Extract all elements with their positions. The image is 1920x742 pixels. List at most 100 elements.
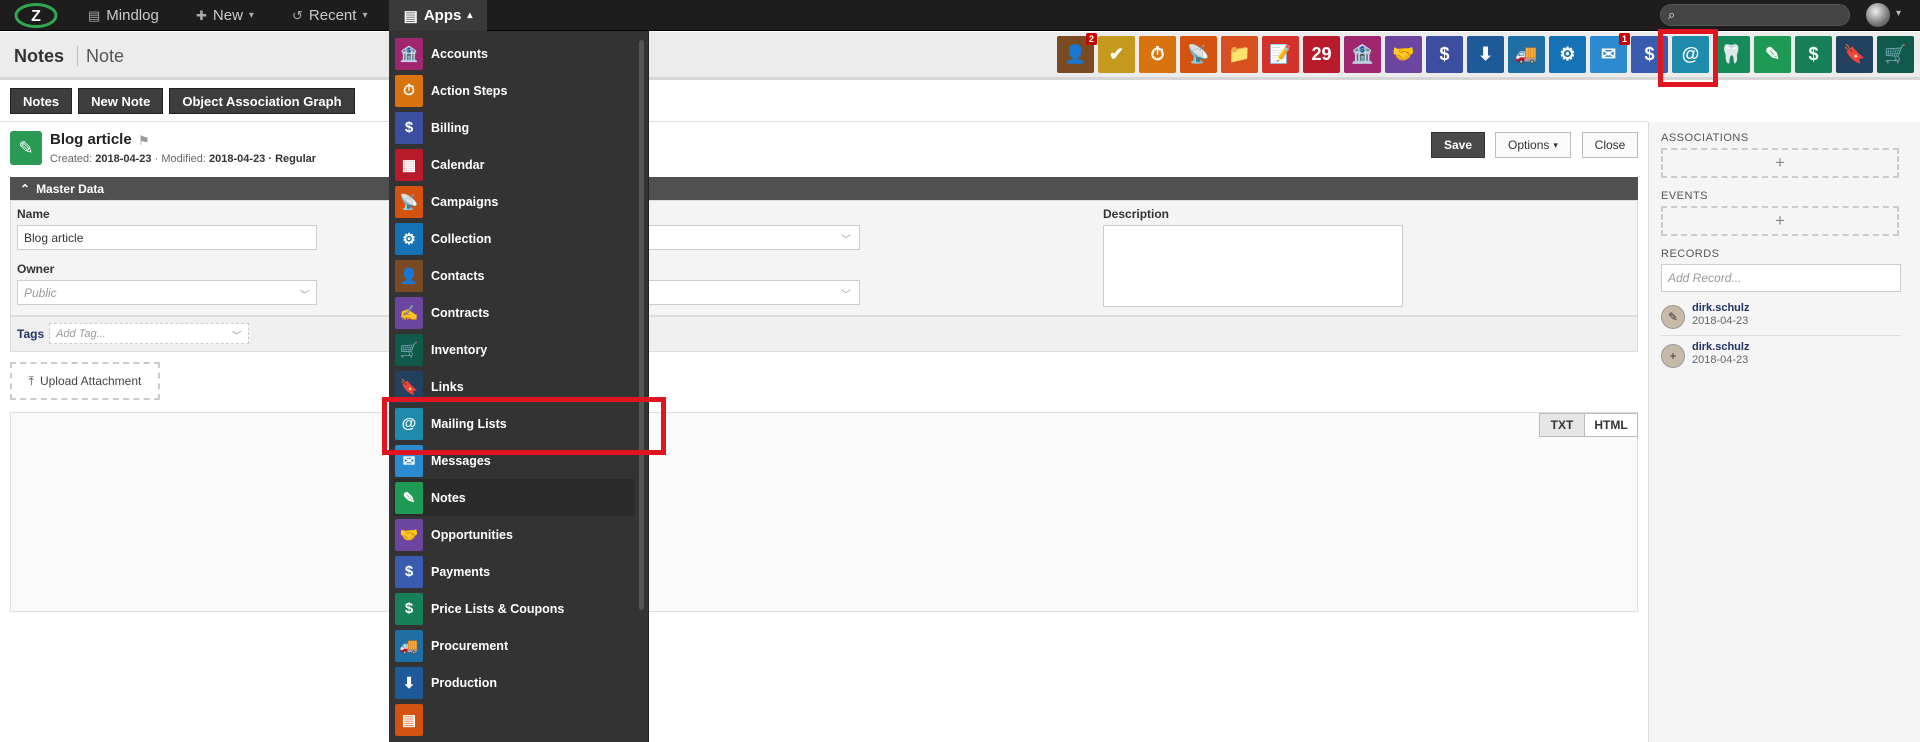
procurement-app-icon[interactable]: 🚚 [1508,36,1545,73]
recent-menu[interactable]: ↺ Recent ▾ [292,0,367,31]
mindlog-label: Mindlog [106,7,159,24]
apps-menu-item-campaigns[interactable]: 📡 Campaigns [393,183,635,220]
apps-menu-item-label: Messages [431,453,491,468]
record-entry[interactable]: ✎ dirk.schulz 2018-04-23 [1661,300,1901,336]
description-textarea[interactable] [1103,225,1403,307]
timer-glyph-icon: ⏱ [1150,44,1165,64]
apps-menu-item-opportunities[interactable]: 🤝 Opportunities [393,516,635,553]
add-association-button[interactable]: + [1661,148,1899,178]
upload-attachment-button[interactable]: ⤒ Upload Attachment [10,362,160,400]
note-editor[interactable] [10,412,1638,612]
apps-menu-item-price-lists-coupons[interactable]: $ Price Lists & Coupons [393,590,635,627]
apps-menu-item-label: Campaigns [431,194,499,209]
contacts-app-icon[interactable]: 👤 2 [1057,33,1097,73]
mindlog-menu[interactable]: ▤ Mindlog [88,0,159,31]
plus-icon: ✚ [196,7,207,23]
record-entry[interactable]: + dirk.schulz 2018-04-23 [1661,339,1901,375]
close-button[interactable]: Close [1582,132,1638,158]
apps-menu-item-label: Accounts [431,46,488,61]
apps-menu-item-action-steps[interactable]: ⏱ Action Steps [393,72,635,109]
timer-app-icon[interactable]: ⏱ [1139,36,1176,73]
inventory-app-icon[interactable]: 🛒 [1877,36,1914,73]
accounts-app-icon[interactable]: 🏦 [1344,36,1381,73]
apps-menu-item-production[interactable]: ⬇ Production [393,664,635,701]
zoho-logo-icon[interactable]: Z [14,2,58,29]
owner-select[interactable]: Public ﹀ [17,280,317,305]
opportunities-glyph-icon: 🤝 [1392,44,1415,64]
collection-app-icon[interactable]: 📁 [1221,36,1258,73]
apps-menu-item-calendar[interactable]: ▦ Calendar [393,146,635,183]
global-search-input[interactable]: ⌕ [1660,4,1850,26]
collection-2-glyph-icon: ⚙ [1559,44,1576,64]
chevron-down-icon: ﹀ [298,290,308,301]
search-icon: ⌕ [1668,7,1676,22]
dental-glyph-icon: 🦷 [1720,44,1743,64]
owner-placeholder: Public [24,285,57,300]
new-menu[interactable]: ✚ New ▾ [196,0,254,31]
action-button-bar: Notes New Note Object Association Graph [10,88,355,114]
contracts-glyph-icon: 📝 [1269,44,1292,64]
action-steps-app-icon[interactable]: ✔ [1098,36,1135,73]
billing-app-icon[interactable]: $ [1426,36,1463,73]
svg-text:Z: Z [31,8,41,25]
apps-menu-item-inventory[interactable]: 🛒 Inventory [393,331,635,368]
chevron-up-icon: ⌃ [20,181,31,196]
dropdown-scrollbar[interactable] [639,40,644,610]
page-subtitle: Note [86,46,125,66]
apps-menu-item-payments[interactable]: $ Payments [393,553,635,590]
options-button[interactable]: Options ▾ [1495,132,1571,158]
chevron-down-icon: ﹀ [841,235,851,246]
divider [0,121,1648,122]
notes-app-icon[interactable]: ✎ [1754,36,1791,73]
accounts-icon: 🏦 [395,37,423,70]
tags-label: Tags [17,327,45,341]
contracts-app-icon[interactable]: 📝 [1262,36,1299,73]
name-field[interactable]: Blog article [17,225,317,250]
price-lists-app-icon[interactable]: $ [1795,36,1832,73]
notification-badge: 1 [1618,33,1630,45]
calendar-app-icon[interactable]: 29 [1303,36,1340,73]
contacts-glyph-icon: 👤 [1064,44,1087,64]
contracts-icon: ✍ [395,296,423,329]
apps-menu-tab[interactable]: ▤ Apps ▴ [389,0,487,31]
apps-menu-item-accounts[interactable]: 🏦 Accounts [393,35,635,72]
campaigns-app-icon[interactable]: 📡 [1180,36,1217,73]
apps-menu-item-collection[interactable]: ⚙ Collection [393,220,635,257]
apps-menu-item-label: Notes [431,490,466,505]
inventory-icon: 🛒 [395,333,423,366]
action-steps-glyph-icon: ✔ [1108,44,1125,64]
add-event-button[interactable]: + [1661,206,1899,236]
dental-app-icon[interactable]: 🦷 [1713,36,1750,73]
apps-menu-item-notes[interactable]: ✎ Notes [393,479,635,516]
apps-menu-item-label: Billing [431,120,470,135]
master-data-section-header[interactable]: ⌃ Master Data [10,177,1638,200]
notes-glyph-icon: ✎ [1764,44,1781,64]
apps-menu-item-more[interactable]: ▤ [393,701,635,738]
apps-menu-item-label: Payments [431,564,491,579]
apps-menu-item-contracts[interactable]: ✍ Contracts [393,294,635,331]
apps-menu-item-label: Production [431,675,497,690]
chevron-down-icon[interactable]: ▾ [1896,8,1901,19]
save-button[interactable]: Save [1431,132,1485,158]
billing-glyph-icon: $ [1439,44,1450,64]
object-association-graph-button[interactable]: Object Association Graph [169,88,355,114]
user-avatar[interactable] [1866,3,1890,27]
add-record-input[interactable]: Add Record... [1661,264,1901,292]
tags-placeholder: Add Tag... [56,327,106,340]
html-mode-button[interactable]: HTML [1584,413,1638,437]
flag-icon[interactable]: ⚑ [138,133,150,149]
apps-menu-item-procurement[interactable]: 🚚 Procurement [393,627,635,664]
apps-menu-item-billing[interactable]: $ Billing [393,109,635,146]
links-app-icon[interactable]: 🔖 [1836,36,1873,73]
tags-row [10,316,1638,352]
note-icon: ✎ [10,131,42,165]
tags-input[interactable]: Add Tag... ﹀ [49,323,249,344]
txt-mode-button[interactable]: TXT [1539,413,1585,437]
collection-2-app-icon[interactable]: ⚙ [1549,36,1586,73]
opportunities-app-icon[interactable]: 🤝 [1385,36,1422,73]
new-note-button[interactable]: New Note [78,88,164,114]
notes-button[interactable]: Notes [10,88,73,114]
production-app-icon[interactable]: ⬇ [1467,36,1504,73]
apps-menu-item-contacts[interactable]: 👤 Contacts [393,257,635,294]
messages-app-icon[interactable]: ✉ 1 [1590,33,1630,73]
